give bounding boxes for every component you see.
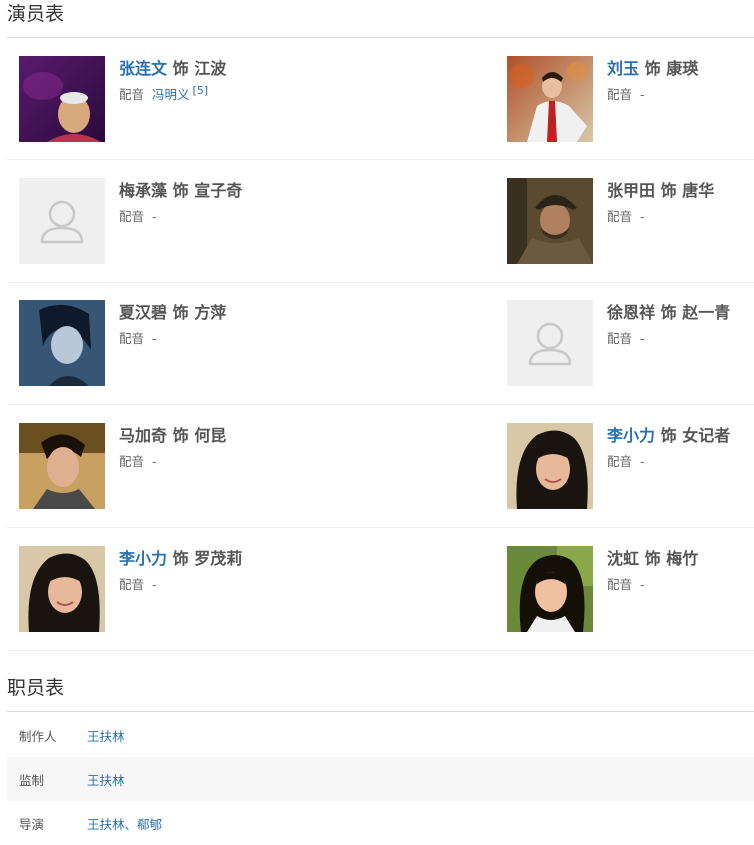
actor-photo[interactable]	[19, 546, 105, 632]
crew-row: 监制 王扶林	[7, 757, 754, 801]
row-divider	[7, 282, 754, 283]
voice-actor-name: -	[152, 209, 157, 224]
cast-card: 夏汉碧 饰 方萍 配音 -	[19, 300, 259, 386]
role-name: 赵一青	[682, 303, 731, 322]
role-name: 梅竹	[666, 549, 699, 568]
voice-actor-name: -	[640, 209, 645, 224]
crew-row: 导演 王扶林、郗郇	[7, 801, 754, 845]
voice-label: 配音	[607, 454, 633, 469]
role-name: 何昆	[194, 426, 227, 445]
actor-photo[interactable]	[19, 56, 105, 142]
cast-card: 沈虹 饰 梅竹 配音 -	[507, 546, 747, 632]
voice-actor-name: -	[152, 331, 157, 346]
role-separator: 饰	[172, 181, 189, 200]
voice-actor-name: -	[640, 331, 645, 346]
actor-photo[interactable]	[507, 423, 593, 509]
cast-card: 刘玉 饰 康瑛 配音 -	[507, 56, 747, 142]
crew-title-divider	[7, 711, 754, 712]
voice-label: 配音	[119, 209, 145, 224]
crew-section-title: 职员表	[7, 677, 65, 699]
role-name: 江波	[194, 59, 227, 78]
voice-actor-name: -	[640, 454, 645, 469]
actor-photo[interactable]	[507, 178, 593, 264]
role-name: 女记者	[682, 426, 731, 445]
role-separator: 饰	[660, 303, 677, 322]
row-divider	[7, 650, 754, 651]
placeholder-person-icon	[19, 178, 105, 264]
role-name: 康瑛	[666, 59, 699, 78]
cast-section-title: 演员表	[7, 3, 65, 25]
actor-name: 梅承藻	[119, 181, 168, 200]
cast-card: 马加奇 饰 何昆 配音 -	[19, 423, 259, 509]
role-separator: 饰	[660, 181, 677, 200]
cast-card: 张甲田 饰 唐华 配音 -	[507, 178, 747, 264]
crew-role-label: 制作人	[19, 729, 57, 744]
voice-actor-link[interactable]: 冯明义	[152, 87, 190, 102]
crew-member-link[interactable]: 王扶林	[87, 770, 125, 789]
actor-name: 徐恩祥	[607, 303, 656, 322]
actor-name: 张甲田	[607, 181, 656, 200]
voice-label: 配音	[119, 331, 145, 346]
voice-actor-name: -	[152, 577, 157, 592]
voice-label: 配音	[607, 577, 633, 592]
voice-label: 配音	[607, 87, 633, 102]
row-divider	[7, 527, 754, 528]
reference-link[interactable]: [5]	[193, 84, 209, 97]
voice-actor-name: -	[640, 87, 645, 102]
role-separator: 饰	[172, 426, 189, 445]
actor-name: 夏汉碧	[119, 303, 168, 322]
voice-label: 配音	[607, 209, 633, 224]
cast-card: 李小力 饰 罗茂莉 配音 -	[19, 546, 259, 632]
voice-label: 配音	[607, 331, 633, 346]
crew-role-label: 导演	[19, 817, 45, 832]
actor-photo[interactable]	[19, 300, 105, 386]
role-separator: 饰	[644, 549, 661, 568]
cast-card: 李小力 饰 女记者 配音 -	[507, 423, 747, 509]
row-divider	[7, 159, 754, 160]
role-separator: 饰	[644, 59, 661, 78]
actor-name-link[interactable]: 李小力	[607, 426, 655, 445]
actor-photo[interactable]	[507, 56, 593, 142]
voice-label: 配音	[119, 577, 145, 592]
voice-label: 配音	[119, 454, 145, 469]
role-separator: 饰	[172, 303, 189, 322]
actor-photo[interactable]	[507, 546, 593, 632]
crew-member-link[interactable]: 王扶林、郗郇	[87, 814, 162, 833]
actor-name-link[interactable]: 李小力	[119, 549, 167, 568]
role-name: 罗茂莉	[194, 549, 243, 568]
voice-actor-name: -	[152, 454, 157, 469]
voice-actor-name: -	[640, 577, 645, 592]
role-name: 唐华	[682, 181, 715, 200]
cast-title-divider	[7, 37, 754, 38]
role-separator: 饰	[660, 426, 677, 445]
crew-row: 制作人 王扶林	[7, 713, 754, 757]
cast-card: 张连文 饰 江波 配音 冯明义 [5]	[19, 56, 259, 142]
actor-name-link[interactable]: 张连文	[119, 59, 167, 78]
role-name: 宣子奇	[194, 181, 243, 200]
cast-card: 徐恩祥 饰 赵一青 配音 -	[507, 300, 747, 386]
role-name: 方萍	[194, 303, 227, 322]
actor-name: 沈虹	[607, 549, 640, 568]
placeholder-person-icon	[507, 300, 593, 386]
role-separator: 饰	[172, 549, 189, 568]
actor-name: 马加奇	[119, 426, 168, 445]
role-separator: 饰	[172, 59, 189, 78]
crew-role-label: 监制	[19, 773, 45, 788]
cast-card: 梅承藻 饰 宣子奇 配音 -	[19, 178, 259, 264]
actor-photo[interactable]	[19, 423, 105, 509]
actor-name-link[interactable]: 刘玉	[607, 59, 639, 78]
row-divider	[7, 404, 754, 405]
crew-member-link[interactable]: 王扶林	[87, 726, 125, 745]
voice-label: 配音	[119, 87, 145, 102]
